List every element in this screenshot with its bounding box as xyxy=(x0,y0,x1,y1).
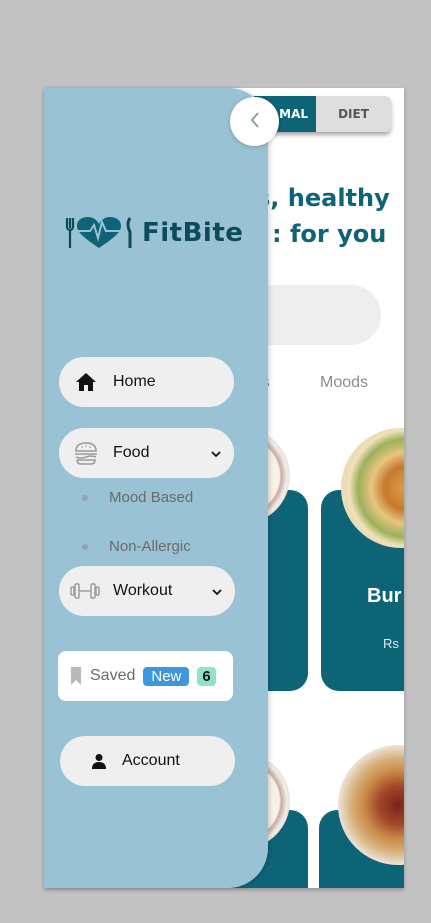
bullet-icon xyxy=(82,494,88,501)
bullet-icon xyxy=(82,543,88,550)
dumbbell-icon xyxy=(69,583,101,599)
nav-label-home: Home xyxy=(113,373,156,390)
person-icon xyxy=(86,753,112,769)
nav-item-account[interactable]: Account xyxy=(60,736,235,786)
nav-item-saved[interactable]: Saved New 6 xyxy=(58,651,233,701)
nav-label-food: Food xyxy=(113,444,150,461)
nav-sublabel: Non-Allergic xyxy=(109,538,191,555)
chevron-down-icon[interactable] xyxy=(211,582,223,601)
nav-sublabel: Mood Based xyxy=(109,489,194,506)
fitbite-logo-icon xyxy=(65,217,132,248)
nav-label-account: Account xyxy=(122,752,180,769)
card-price: Rs xyxy=(383,636,399,651)
new-badge: New xyxy=(143,666,190,686)
bookmark-icon xyxy=(70,666,82,686)
nav-subitem-mood-based[interactable]: Mood Based xyxy=(82,489,193,506)
category-tab-moods[interactable]: Moods xyxy=(320,374,368,392)
nav-label-workout: Workout xyxy=(113,582,173,599)
brand-name: FitBite xyxy=(142,218,244,248)
burger-icon xyxy=(73,440,99,466)
chevron-down-icon[interactable] xyxy=(210,444,222,463)
card-title: Bur xyxy=(367,585,402,607)
brand-logo: FitBite xyxy=(64,216,243,250)
nav-item-home[interactable]: Home xyxy=(59,357,234,407)
nav-drawer: FitBite Home Food Mood Based Non-Allergi… xyxy=(44,88,268,888)
nav-item-workout[interactable]: Workout xyxy=(59,566,235,616)
close-drawer-button[interactable] xyxy=(230,97,279,146)
chevron-left-icon xyxy=(249,110,261,134)
nav-label-saved: Saved xyxy=(90,667,136,684)
toggle-diet[interactable]: DIET xyxy=(316,96,391,132)
nav-subitem-non-allergic[interactable]: Non-Allergic xyxy=(82,538,191,555)
home-icon xyxy=(73,372,99,392)
nav-item-food[interactable]: Food xyxy=(59,428,234,478)
saved-count-badge: 6 xyxy=(197,666,216,686)
